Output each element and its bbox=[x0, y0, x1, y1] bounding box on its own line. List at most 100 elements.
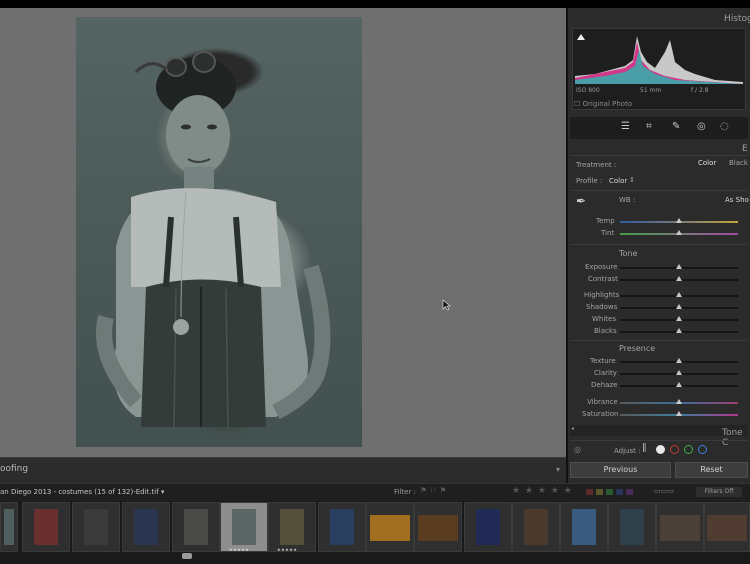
shadows-label: Shadows bbox=[586, 303, 618, 311]
filmstrip-thumb[interactable] bbox=[366, 502, 414, 552]
shadow-clipping-icon[interactable] bbox=[577, 34, 585, 40]
thumb-rating: ★★★★★ bbox=[229, 547, 250, 552]
edit-sliders-icon[interactable]: ☰ bbox=[621, 121, 630, 132]
filmstrip-thumb[interactable] bbox=[318, 502, 366, 552]
dehaze-label: Dehaze bbox=[591, 381, 618, 389]
softproof-label: oofing bbox=[0, 464, 29, 474]
softproof-toolbar: oofing ▾ bbox=[0, 457, 566, 483]
divider bbox=[570, 440, 748, 441]
adjust-label: Adjust : bbox=[614, 447, 641, 455]
blue-channel-icon[interactable] bbox=[698, 445, 707, 454]
panel-section-label: E bbox=[742, 144, 748, 154]
red-channel-icon[interactable] bbox=[670, 445, 679, 454]
filmstrip-thumb-selected[interactable]: ★★★★★ bbox=[220, 502, 268, 552]
photo-portrait-drawing bbox=[96, 51, 331, 428]
filter-label: Filter : bbox=[394, 488, 416, 496]
clarity-label: Clarity bbox=[594, 369, 617, 377]
temp-label: Temp bbox=[596, 217, 615, 225]
highlights-slider-thumb[interactable] bbox=[676, 292, 682, 297]
exposure-slider-thumb[interactable] bbox=[676, 264, 682, 269]
blue-label-filter-icon[interactable] bbox=[616, 489, 623, 495]
wb-dropdown[interactable]: As Sho bbox=[725, 196, 749, 204]
filmstrip-thumb[interactable] bbox=[464, 502, 512, 552]
window-top-bar bbox=[0, 0, 750, 8]
treatment-bw-option[interactable]: Black bbox=[729, 159, 748, 167]
vibrance-slider-thumb[interactable] bbox=[676, 399, 682, 404]
profile-label: Profile : bbox=[576, 177, 603, 185]
original-photo-label: Original Photo bbox=[582, 100, 633, 108]
red-label-filter-icon[interactable] bbox=[586, 489, 593, 495]
filmstrip-thumb[interactable] bbox=[122, 502, 170, 552]
histogram-iso: ISO 800 bbox=[576, 87, 600, 94]
contrast-slider-thumb[interactable] bbox=[676, 276, 682, 281]
toolbar-toggle-icon[interactable]: ▾ bbox=[556, 465, 560, 474]
histogram-graph[interactable] bbox=[575, 32, 743, 84]
divider bbox=[570, 340, 748, 341]
blacks-slider-thumb[interactable] bbox=[676, 328, 682, 333]
filmstrip-scrollbar[interactable] bbox=[182, 553, 192, 559]
temp-slider-thumb[interactable] bbox=[676, 218, 682, 223]
profile-dropdown-icon[interactable]: ⇕ bbox=[629, 176, 635, 184]
tone-header: Tone bbox=[619, 249, 638, 258]
divider bbox=[570, 244, 748, 245]
filmstrip-thumb[interactable] bbox=[560, 502, 608, 552]
tint-label: Tint bbox=[601, 229, 615, 237]
divider bbox=[570, 190, 748, 191]
tone-curve-title[interactable]: Tone C bbox=[722, 428, 750, 448]
kind-filter-icon[interactable]: ▭▭▭ bbox=[654, 487, 674, 495]
target-adjust-icon[interactable]: ◎ bbox=[574, 445, 581, 454]
dehaze-slider-thumb[interactable] bbox=[676, 382, 682, 387]
treatment-label: Treatment : bbox=[576, 161, 617, 169]
parametric-curve-icon[interactable]: ∥ bbox=[642, 443, 647, 453]
green-channel-icon[interactable] bbox=[684, 445, 693, 454]
red-eye-icon[interactable]: ◎ bbox=[697, 121, 706, 132]
filmstrip-thumb[interactable] bbox=[656, 502, 704, 552]
filmstrip-path[interactable]: an Diego 2013 - costumes (15 of 132)-Edi… bbox=[0, 488, 164, 496]
histogram-focal: 51 mm bbox=[640, 87, 662, 94]
filmstrip-thumb[interactable]: ★★★★★ bbox=[268, 502, 316, 552]
crop-icon[interactable]: ⌗ bbox=[646, 121, 652, 132]
collapse-left-icon[interactable]: ◂ bbox=[571, 425, 574, 432]
point-curve-rgb-icon[interactable] bbox=[656, 445, 665, 454]
filters-off-dropdown[interactable]: Filters Off bbox=[696, 487, 742, 497]
shadows-slider-thumb[interactable] bbox=[676, 304, 682, 309]
filmstrip-thumb[interactable] bbox=[512, 502, 560, 552]
flag-filter-icon[interactable]: ⚑ ⚐ ⚑ bbox=[420, 486, 447, 495]
saturation-label: Saturation bbox=[582, 410, 619, 418]
filmstrip-thumb[interactable] bbox=[704, 502, 750, 552]
treatment-color-option[interactable]: Color bbox=[698, 159, 716, 167]
filmstrip-thumb[interactable] bbox=[72, 502, 120, 552]
highlights-label: Highlights bbox=[584, 291, 620, 299]
whites-label: Whites bbox=[592, 315, 617, 323]
whites-slider-thumb[interactable] bbox=[676, 316, 682, 321]
blacks-label: Blacks bbox=[594, 327, 617, 335]
exposure-label: Exposure bbox=[585, 263, 618, 271]
purple-label-filter-icon[interactable] bbox=[626, 489, 633, 495]
filmstrip-thumb[interactable] bbox=[414, 502, 462, 552]
vibrance-label: Vibrance bbox=[587, 398, 618, 406]
texture-slider-thumb[interactable] bbox=[676, 358, 682, 363]
green-label-filter-icon[interactable] bbox=[606, 489, 613, 495]
histogram-aperture: f / 2.8 bbox=[691, 87, 709, 94]
filmstrip-thumb[interactable] bbox=[172, 502, 220, 552]
edited-photo[interactable] bbox=[76, 17, 362, 447]
healing-icon[interactable]: ✎ bbox=[672, 121, 680, 132]
profile-dropdown[interactable]: Color bbox=[609, 177, 627, 185]
star-filter[interactable]: ★ ★ ★ ★ ★ bbox=[512, 486, 573, 496]
masking-icon[interactable]: ◌ bbox=[720, 121, 729, 132]
thumb-rating: ★★★★★ bbox=[277, 547, 298, 552]
wb-eyedropper-icon[interactable]: ✒ bbox=[576, 194, 586, 208]
original-photo-checkbox[interactable]: ☐ Original Photo bbox=[574, 100, 632, 108]
filmstrip-thumb[interactable] bbox=[22, 502, 70, 552]
filmstrip-thumb[interactable] bbox=[608, 502, 656, 552]
saturation-slider-thumb[interactable] bbox=[676, 411, 682, 416]
reset-button[interactable]: Reset bbox=[675, 462, 748, 478]
previous-button[interactable]: Previous bbox=[570, 462, 671, 478]
texture-label: Texture bbox=[590, 357, 616, 365]
filmstrip-thumb[interactable] bbox=[0, 502, 18, 552]
tint-slider-thumb[interactable] bbox=[676, 230, 682, 235]
histogram-title[interactable]: Histog bbox=[724, 14, 750, 24]
clarity-slider-thumb[interactable] bbox=[676, 370, 682, 375]
divider bbox=[570, 155, 748, 156]
yellow-label-filter-icon[interactable] bbox=[596, 489, 603, 495]
